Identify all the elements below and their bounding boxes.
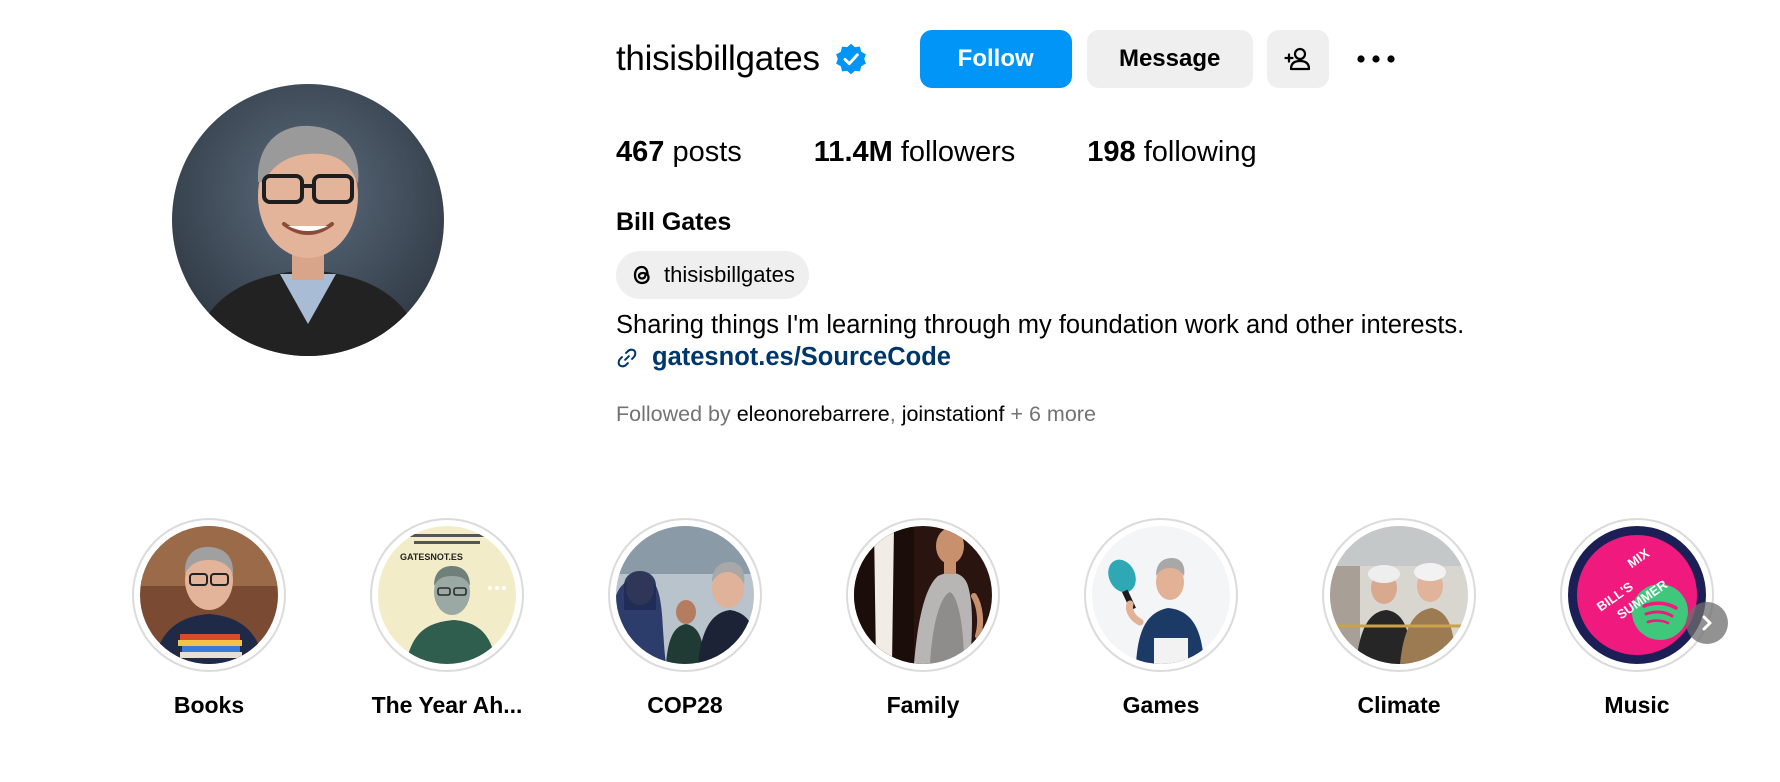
highlight-games[interactable]: Games [1042,518,1280,719]
more-options-icon [1357,55,1395,63]
highlight-label: Climate [1357,692,1441,718]
bio-link[interactable]: gatesnot.es/SourceCode [616,343,951,372]
followed-by-more: + 6 more [1010,402,1096,426]
verified-badge-icon [834,42,868,76]
followed-by-separator: , [889,402,896,426]
followed-by[interactable]: Followed by eleonorebarrere, joinstation… [616,402,1096,427]
highlight-label: Games [1122,692,1200,718]
profile-stats: 467 posts 11.4M followers 198 following [616,136,1257,169]
followers-label: followers [900,136,1016,168]
highlight-cover [846,518,1000,672]
highlight-cover [608,518,762,672]
highlight-cover-caption: GATESNOT.ES [400,552,463,562]
followed-by-prefix: Followed by [616,402,731,426]
message-button[interactable]: Message [1086,30,1253,88]
followers-link[interactable]: 11.4M followers [814,136,1016,169]
bio-link-text: gatesnot.es/SourceCode [652,343,951,371]
highlight-cover-image: GATESNOT.ES [378,526,516,664]
highlight-cover [132,518,286,672]
highlight-label: Family [886,692,960,718]
full-name: Bill Gates [616,208,732,236]
highlight-cover-image [1330,526,1468,664]
add-person-icon [1284,47,1310,71]
highlights-next-button[interactable] [1686,602,1728,644]
highlight-cover [1084,518,1238,672]
followers-number: 11.4M [813,136,893,168]
highlight-cover-image [140,526,278,664]
posts-count: 467 posts [616,136,742,169]
profile-header: thisisbillgates Follow Message [616,28,1401,90]
follow-button[interactable]: Follow [919,30,1072,88]
profile-avatar[interactable] [172,84,444,356]
mutual-follower-2: joinstationf [901,402,1005,426]
highlight-cover-image: BILL'S SUMMER MIX [1568,526,1706,664]
chevron-right-icon [1702,615,1712,631]
highlight-cover [1322,518,1476,672]
highlight-label: COP28 [647,692,723,718]
highlight-cover: GATESNOT.ES [370,518,524,672]
threads-badge[interactable]: thisisbillgates [616,251,809,299]
highlight-cover: BILL'S SUMMER MIX [1560,518,1714,672]
highlight-cover-image [854,526,992,664]
bio-text: Sharing things I'm learning through my f… [616,311,1465,339]
highlight-climate[interactable]: Climate [1280,518,1518,719]
profile-photo [172,84,444,356]
following-link[interactable]: 198 following [1087,136,1256,169]
highlight-cover-image [1092,526,1230,664]
highlight-cover-image [616,526,754,664]
link-icon [617,348,637,367]
username: thisisbillgates [616,39,820,78]
story-highlights: Books GATESNOT.ES The Year Ah... COP28 F… [0,518,1780,718]
threads-icon [633,265,650,285]
highlight-family[interactable]: Family [804,518,1042,719]
mutual-follower-1: eleonorebarrere [736,402,890,426]
following-number: 198 [1087,136,1136,168]
highlight-label: The Year Ah... [371,692,523,718]
threads-handle: thisisbillgates [664,262,795,287]
highlight-books[interactable]: Books [90,518,328,719]
following-label: following [1143,136,1257,168]
suggested-accounts-button[interactable] [1266,30,1329,88]
posts-number: 467 [616,136,665,168]
posts-label: posts [672,136,742,168]
highlight-cop28[interactable]: COP28 [566,518,804,719]
highlight-year-ahead[interactable]: GATESNOT.ES The Year Ah... [328,518,566,719]
highlight-label: Music [1604,692,1670,718]
more-options-button[interactable] [1351,30,1401,88]
highlight-label: Books [173,692,245,718]
